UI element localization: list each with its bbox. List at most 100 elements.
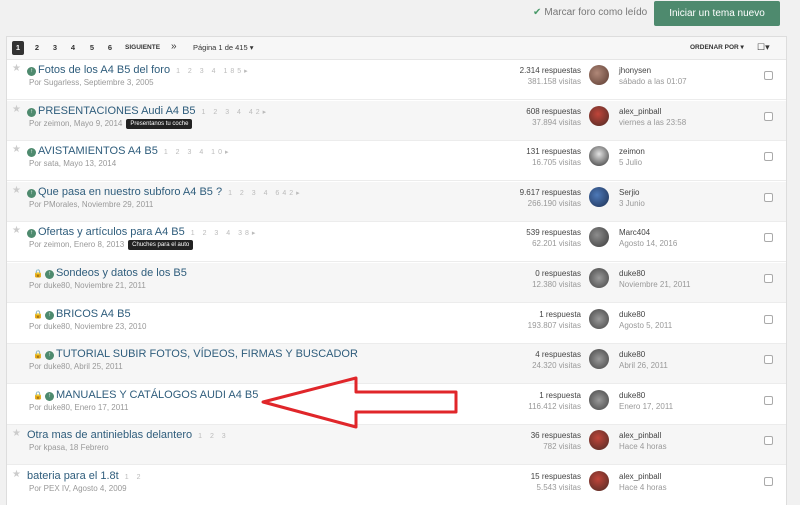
topic-select-checkbox[interactable] — [764, 436, 773, 446]
topic-pages[interactable]: 1 2 3 — [198, 433, 229, 440]
page-link[interactable]: 6 — [104, 41, 116, 55]
last-poster-link[interactable]: duke80 — [619, 349, 668, 360]
topic-select-checkbox[interactable] — [764, 395, 773, 405]
last-post-date[interactable]: Enero 17, 2011 — [619, 401, 673, 412]
avatar[interactable] — [589, 471, 609, 491]
avatar[interactable] — [589, 268, 609, 288]
view-count: 37.894 visitas — [532, 117, 581, 127]
topic-title-link[interactable]: Que pasa en nuestro subforo A4 B5 ? — [38, 186, 222, 198]
topic-title-link[interactable]: MANUALES Y CATÁLOGOS AUDI A4 B5 — [56, 389, 258, 401]
topic-select-checkbox[interactable] — [764, 314, 773, 324]
star-icon[interactable]: ★ — [12, 144, 21, 155]
reply-count: 4 respuestas — [535, 350, 581, 360]
topic-row[interactable]: 🔒 ↑ BRICOS A4 B5 Por duke80, Noviembre 23,… — [7, 304, 786, 344]
last-post-date[interactable]: Hace 4 horas — [619, 482, 667, 493]
topic-title-link[interactable]: AVISTAMIENTOS A4 B5 — [38, 145, 158, 157]
topic-tag[interactable]: Presentanos tu coche — [126, 118, 193, 129]
topic-title-link[interactable]: BRICOS A4 B5 — [56, 308, 131, 320]
avatar[interactable] — [589, 430, 609, 451]
sort-dropdown[interactable]: ORDENAR POR ▾ — [690, 41, 744, 55]
topic-tag[interactable]: Chuches para el auto — [128, 240, 194, 251]
topic-title-link[interactable]: Ofertas y artículos para A4 B5 — [38, 226, 185, 238]
topic-select-checkbox[interactable] — [764, 233, 773, 243]
avatar[interactable] — [589, 65, 609, 85]
topic-row[interactable]: 🔒 ↑ Sondeos y datos de los B5 Por duke80, … — [7, 263, 786, 303]
topic-pages[interactable]: 1 2 3 4 642▸ — [228, 190, 303, 197]
avatar[interactable] — [589, 389, 609, 410]
mark-forum-read-link[interactable]: ✔ Marcar foro como leído — [533, 7, 647, 18]
topic-pages[interactable]: 1 2 3 4 10▸ — [164, 149, 232, 156]
topic-select-checkbox[interactable] — [764, 111, 773, 121]
topic-row[interactable]: ★ ↑ Ofertas y artículos para A4 B5 1 2 3 4… — [7, 222, 786, 263]
last-poster-link[interactable]: zeimon — [619, 146, 645, 157]
topic-pages[interactable]: 1 2 — [125, 474, 144, 481]
topic-title-line: ↑ Fotos de los A4 B5 del foro 1 2 3 4 185▸ — [27, 64, 251, 76]
new-topic-button[interactable]: Iniciar un tema nuevo — [654, 1, 780, 26]
topic-stats: 131 respuestas 16.705 visitas — [477, 146, 581, 168]
topic-select-checkbox[interactable] — [764, 192, 773, 202]
avatar[interactable] — [589, 186, 609, 207]
topic-pages[interactable]: 1 2 3 4 185▸ — [176, 68, 251, 75]
page-link[interactable]: 2 — [31, 41, 43, 55]
page-link[interactable]: 1 — [12, 41, 24, 55]
star-icon[interactable]: ★ — [12, 185, 21, 196]
avatar[interactable] — [589, 146, 609, 167]
topic-row[interactable]: ★ ↑ Fotos de los A4 B5 del foro 1 2 3 4 18… — [7, 60, 786, 100]
topic-title-link[interactable]: PRESENTACIONES Audi A4 B5 — [38, 105, 196, 117]
last-poster-link[interactable]: alex_pinball — [619, 471, 667, 482]
topic-select-checkbox[interactable] — [764, 477, 773, 486]
topic-row[interactable]: ★ ↑ Que pasa en nuestro subforo A4 B5 ? 1 … — [7, 181, 786, 222]
page-link[interactable]: 5 — [86, 41, 98, 55]
last-poster-link[interactable]: Serjio — [619, 187, 645, 198]
last-post-date[interactable]: Hace 4 horas — [619, 441, 667, 452]
topic-select-checkbox[interactable] — [764, 71, 773, 80]
avatar[interactable] — [589, 227, 609, 248]
last-poster-link[interactable]: Marc404 — [619, 227, 677, 238]
topic-row[interactable]: ★ ↑ PRESENTACIONES Audi A4 B5 1 2 3 4 42▸ … — [7, 100, 786, 141]
topic-select-checkbox[interactable] — [764, 274, 773, 283]
star-icon[interactable]: ★ — [12, 104, 21, 115]
view-mode-icon[interactable]: ☐▾ — [757, 40, 770, 54]
page-link[interactable]: 4 — [67, 41, 79, 55]
pinned-icon: ↑ — [27, 229, 36, 239]
last-post-date[interactable]: 3 Junio — [619, 198, 645, 209]
topic-pages[interactable]: 1 2 3 4 42▸ — [202, 109, 270, 116]
last-poster-link[interactable]: duke80 — [619, 309, 672, 320]
topic-title-link[interactable]: Fotos de los A4 B5 del foro — [38, 64, 170, 76]
topic-select-checkbox[interactable] — [764, 355, 773, 365]
topic-pages[interactable]: 1 2 3 4 38▸ — [191, 230, 259, 237]
topic-title-link[interactable]: Otra mas de antinieblas delantero — [27, 429, 192, 441]
page-jump-dropdown[interactable]: Página 1 de 415 ▾ — [193, 41, 253, 55]
avatar[interactable] — [589, 349, 609, 370]
last-post-date[interactable]: Agosto 14, 2016 — [619, 238, 677, 249]
page-link[interactable]: 3 — [49, 41, 61, 55]
last-post-info: Marc404 Agosto 14, 2016 — [619, 227, 677, 249]
last-page-link[interactable]: » — [171, 40, 177, 54]
topic-select-checkbox[interactable] — [764, 152, 773, 162]
last-poster-link[interactable]: jhonysen — [619, 65, 687, 76]
topic-row[interactable]: ★ bateria para el 1.8t 1 2 Por PEX IV, Ag… — [7, 466, 786, 505]
star-icon[interactable]: ★ — [12, 469, 21, 480]
last-post-date[interactable]: Abril 26, 2011 — [619, 360, 668, 371]
last-poster-link[interactable]: duke80 — [619, 268, 690, 279]
last-post-date[interactable]: 5 Julio — [619, 157, 645, 168]
last-post-date[interactable]: Noviembre 21, 2011 — [619, 279, 690, 290]
last-post-date[interactable]: sábado a las 01:07 — [619, 76, 687, 87]
last-poster-link[interactable]: alex_pinball — [619, 106, 686, 117]
view-count: 5.543 visitas — [536, 483, 581, 492]
star-icon[interactable]: ★ — [12, 225, 21, 236]
last-post-date[interactable]: viernes a las 23:58 — [619, 117, 686, 128]
topic-title-link[interactable]: Sondeos y datos de los B5 — [56, 267, 187, 279]
last-poster-link[interactable]: alex_pinball — [619, 430, 667, 441]
next-page-link[interactable]: SIGUIENTE — [125, 41, 160, 55]
view-count: 116.412 visitas — [528, 401, 581, 411]
topic-title-link[interactable]: TUTORIAL SUBIR FOTOS, VÍDEOS, FIRMAS Y B… — [56, 348, 358, 360]
topic-row[interactable]: ★ ↑ AVISTAMIENTOS A4 B5 1 2 3 4 10▸ Por sa… — [7, 141, 786, 182]
last-poster-link[interactable]: duke80 — [619, 390, 673, 401]
avatar[interactable] — [589, 308, 609, 329]
star-icon[interactable]: ★ — [12, 428, 21, 439]
star-icon[interactable]: ★ — [12, 63, 21, 74]
last-post-date[interactable]: Agosto 5, 2011 — [619, 320, 672, 331]
avatar[interactable] — [589, 105, 609, 126]
topic-title-link[interactable]: bateria para el 1.8t — [27, 470, 119, 482]
